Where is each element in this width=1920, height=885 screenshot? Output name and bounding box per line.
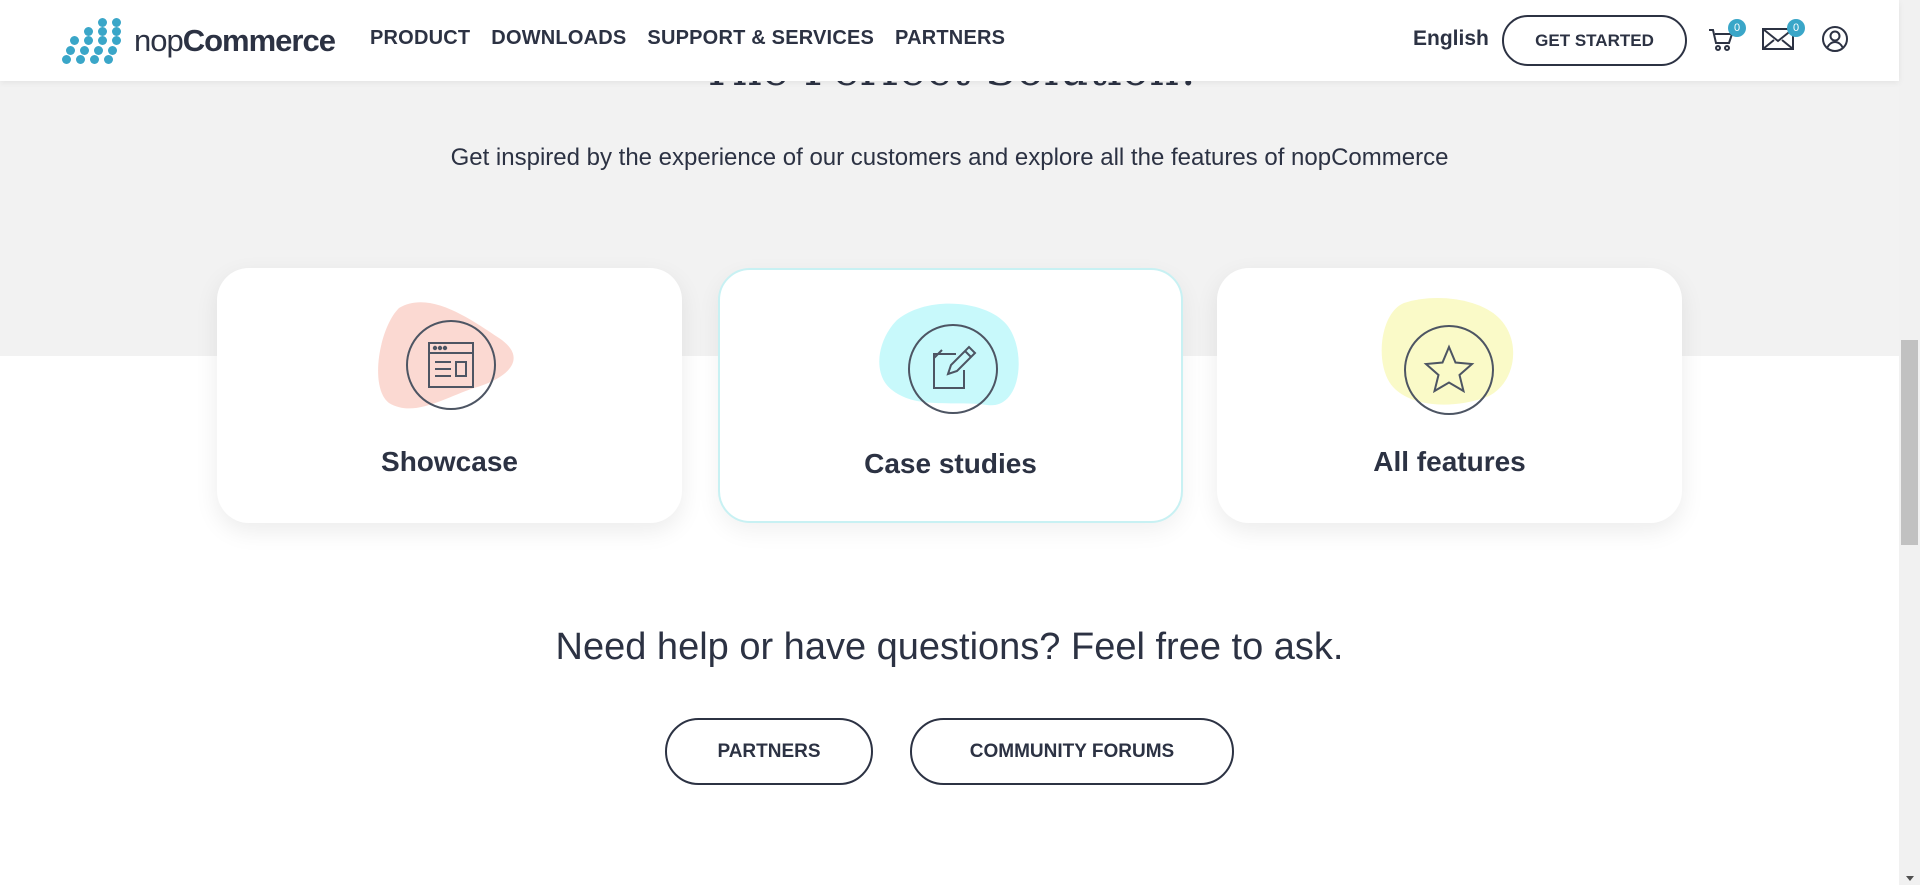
nav-product[interactable]: PRODUCT: [370, 27, 470, 50]
mail-icon[interactable]: 0: [1761, 19, 1805, 58]
get-started-button[interactable]: GET STARTED: [1502, 15, 1687, 66]
site-header: nopCommerce PRODUCT DOWNLOADS SUPPORT & …: [0, 0, 1899, 81]
mail-count-badge: 0: [1787, 19, 1805, 37]
cart-count-badge: 0: [1728, 19, 1746, 37]
scroll-down-arrow-icon[interactable]: [1906, 876, 1914, 881]
case-studies-card[interactable]: Case studies: [718, 268, 1183, 523]
community-forums-button[interactable]: COMMUNITY FORUMS: [910, 718, 1234, 785]
edit-note-icon: [908, 324, 998, 414]
logo-text: nopCommerce: [134, 23, 336, 58]
all-features-card[interactable]: All features: [1217, 268, 1682, 523]
showcase-label: Showcase: [381, 446, 518, 477]
main-nav: PRODUCT DOWNLOADS SUPPORT & SERVICES PAR…: [370, 27, 1026, 50]
case-studies-label: Case studies: [864, 448, 1037, 479]
language-selector[interactable]: English: [1413, 27, 1489, 51]
showcase-card[interactable]: Showcase: [217, 268, 682, 523]
cart-icon[interactable]: 0: [1706, 19, 1746, 58]
browser-window-icon: [406, 320, 496, 410]
user-circle-icon[interactable]: [1820, 24, 1854, 58]
page-scrollbar[interactable]: [1899, 0, 1920, 885]
logo[interactable]: nopCommerce: [62, 18, 336, 64]
all-features-label: All features: [1373, 446, 1526, 477]
partners-button[interactable]: PARTNERS: [665, 718, 873, 785]
scrollbar-thumb[interactable]: [1901, 340, 1918, 545]
nav-downloads[interactable]: DOWNLOADS: [491, 27, 626, 50]
nav-support-services[interactable]: SUPPORT & SERVICES: [647, 27, 874, 50]
hero-subtitle: Get inspired by the experience of our cu…: [450, 144, 1449, 171]
nav-partners[interactable]: PARTNERS: [895, 27, 1005, 50]
help-heading: Need help or have questions? Feel free t…: [555, 626, 1344, 668]
star-icon: [1404, 325, 1494, 415]
logo-dots-icon: [62, 18, 124, 64]
